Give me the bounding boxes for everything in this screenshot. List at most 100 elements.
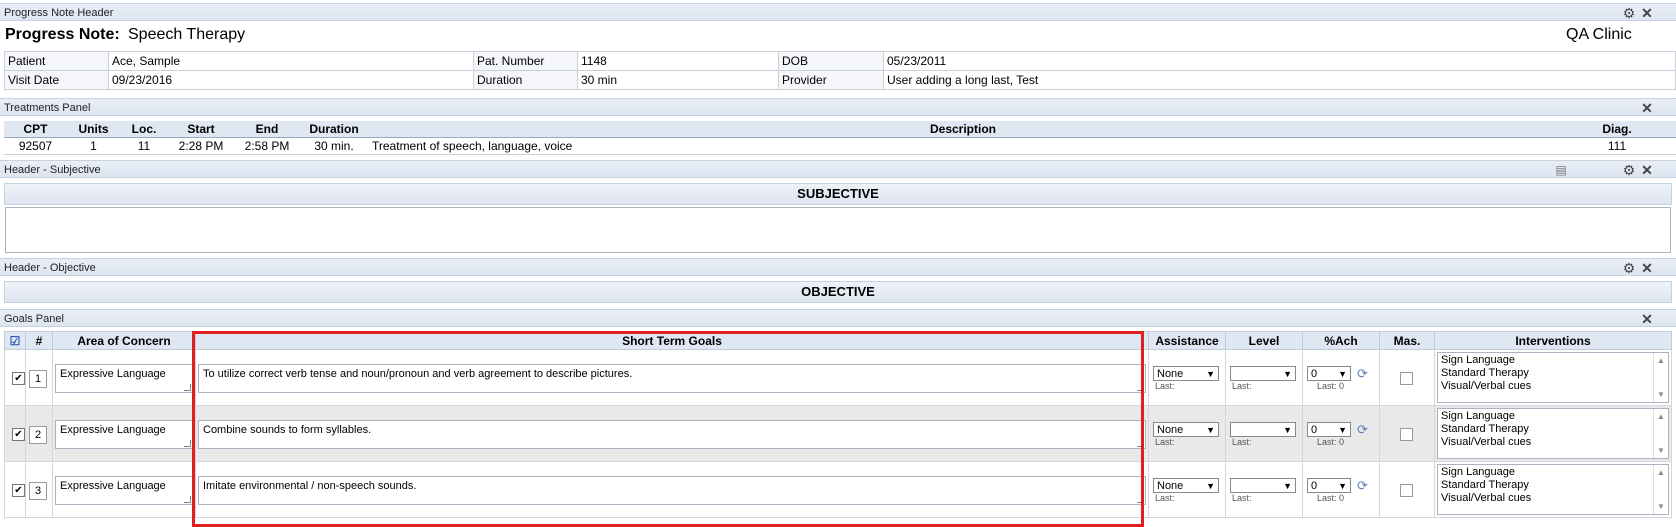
col-level: Level [1225, 331, 1303, 350]
cell-duration: 30 min. [300, 137, 368, 155]
col-diag: Diag. [1558, 121, 1676, 138]
assistance-select[interactable]: None ▼ [1153, 478, 1219, 493]
col-num: # [25, 331, 53, 350]
interventions-list[interactable]: Sign Language Standard Therapy Visual/Ve… [1437, 464, 1669, 515]
gear-icon[interactable]: ⚙ [1622, 261, 1636, 275]
assistance-select[interactable]: None ▼ [1153, 422, 1219, 437]
scroll-up-icon[interactable]: ▲ [1657, 410, 1665, 423]
table-row[interactable]: 92507 1 11 2:28 PM 2:58 PM 30 min. Treat… [4, 137, 1676, 155]
scrollbar[interactable]: ▲ ▼ [1653, 353, 1668, 402]
patient-value: Ace, Sample [108, 51, 474, 71]
notes-icon[interactable]: ▤ [1554, 163, 1568, 177]
col-start: Start [168, 121, 234, 138]
close-icon[interactable]: ✕ [1640, 163, 1654, 177]
pct-ach-value: 0 [1311, 480, 1318, 492]
pct-ach-value: 0 [1311, 424, 1318, 436]
row-checkbox[interactable]: ✔ [12, 428, 25, 441]
intervention-item[interactable]: Visual/Verbal cues [1441, 436, 1665, 449]
cell-cpt: 92507 [4, 137, 67, 155]
interventions-list[interactable]: Sign Language Standard Therapy Visual/Ve… [1437, 352, 1669, 403]
area-of-concern-field[interactable]: Expressive Language [55, 364, 193, 393]
goal-row: ✔ 1 Expressive Language To utilize corre… [4, 349, 1672, 406]
cell-end: 2:58 PM [234, 137, 300, 155]
scrollbar[interactable]: ▲ ▼ [1653, 465, 1668, 514]
scroll-up-icon[interactable]: ▲ [1657, 354, 1665, 367]
subjective-panel-bar: Header - Subjective ▤ ⚙ ✕ [0, 160, 1676, 178]
patient-info-table: Patient Ace, Sample Pat. Number 1148 DOB… [4, 51, 1676, 90]
scroll-down-icon[interactable]: ▼ [1657, 444, 1665, 457]
chevron-down-icon: ▼ [1283, 481, 1292, 491]
intervention-item[interactable]: Sign Language [1441, 354, 1665, 367]
scroll-down-icon[interactable]: ▼ [1657, 500, 1665, 513]
assistance-select[interactable]: None ▼ [1153, 366, 1219, 381]
area-of-concern-field[interactable]: Expressive Language [55, 420, 193, 449]
visit-date-label: Visit Date [4, 70, 109, 90]
area-of-concern-field[interactable]: Expressive Language [55, 476, 193, 505]
close-icon[interactable]: ✕ [1640, 6, 1654, 20]
mastered-checkbox[interactable] [1400, 428, 1413, 441]
gear-icon[interactable]: ⚙ [1622, 6, 1636, 20]
short-term-goal-field[interactable]: Combine sounds to form syllables. [198, 420, 1146, 449]
intervention-item[interactable]: Standard Therapy [1441, 423, 1665, 436]
refresh-icon[interactable]: ⟳ [1357, 478, 1368, 494]
goal-number-input[interactable]: 3 [29, 482, 47, 500]
col-short-term-goals: Short Term Goals [195, 331, 1149, 350]
subjective-section-title: SUBJECTIVE [4, 183, 1672, 205]
refresh-icon[interactable]: ⟳ [1357, 422, 1368, 438]
scroll-up-icon[interactable]: ▲ [1657, 466, 1665, 479]
close-icon[interactable]: ✕ [1640, 312, 1654, 326]
gear-icon[interactable]: ⚙ [1622, 163, 1636, 177]
intervention-item[interactable]: Visual/Verbal cues [1441, 492, 1665, 505]
pat-number-label: Pat. Number [473, 51, 578, 71]
intervention-item[interactable]: Sign Language [1441, 410, 1665, 423]
short-term-goal-field[interactable]: Imitate environmental / non-speech sound… [198, 476, 1146, 505]
cell-units: 1 [67, 137, 120, 155]
level-select[interactable]: ▼ [1230, 366, 1296, 381]
mastered-checkbox[interactable] [1400, 372, 1413, 385]
scroll-down-icon[interactable]: ▼ [1657, 388, 1665, 401]
intervention-item[interactable]: Sign Language [1441, 466, 1665, 479]
close-icon[interactable]: ✕ [1640, 261, 1654, 275]
treatments-table: CPT Units Loc. Start End Duration Descri… [4, 121, 1676, 155]
goal-number-input[interactable]: 2 [29, 426, 47, 444]
row-checkbox[interactable]: ✔ [12, 372, 25, 385]
pct-ach-last: Last: 0 [1317, 437, 1345, 447]
pct-ach-select[interactable]: 0 ▼ [1307, 366, 1351, 381]
col-duration: Duration [300, 121, 368, 138]
page-title-label: Progress Note: [5, 26, 120, 43]
close-icon[interactable]: ✕ [1640, 101, 1654, 115]
treatments-panel-bar: Treatments Panel ✕ [0, 98, 1676, 116]
assistance-value: None [1157, 480, 1184, 492]
title-row: Progress Note: Speech Therapy QA Clinic [0, 23, 1676, 47]
mastered-checkbox[interactable] [1400, 484, 1413, 497]
refresh-icon[interactable]: ⟳ [1357, 366, 1368, 382]
short-term-goal-field[interactable]: To utilize correct verb tense and noun/p… [198, 364, 1146, 393]
chevron-down-icon: ▼ [1283, 369, 1292, 379]
pct-ach-last: Last: 0 [1317, 381, 1345, 391]
goals-table: ☑ # Area of Concern Short Term Goals Ass… [4, 331, 1672, 518]
interventions-list[interactable]: Sign Language Standard Therapy Visual/Ve… [1437, 408, 1669, 459]
col-units: Units [67, 121, 120, 138]
col-mas: Mas. [1379, 331, 1435, 350]
level-last: Last: [1232, 437, 1252, 447]
pct-ach-select[interactable]: 0 ▼ [1307, 422, 1351, 437]
chevron-down-icon: ▼ [1206, 369, 1215, 379]
level-select[interactable]: ▼ [1230, 422, 1296, 437]
row-checkbox[interactable]: ✔ [12, 484, 25, 497]
panel-title: Header - Objective [4, 262, 96, 274]
intervention-item[interactable]: Standard Therapy [1441, 367, 1665, 380]
duration-value: 30 min [577, 70, 779, 90]
intervention-item[interactable]: Visual/Verbal cues [1441, 380, 1665, 393]
goal-number-input[interactable]: 1 [29, 370, 47, 388]
scrollbar[interactable]: ▲ ▼ [1653, 409, 1668, 458]
subjective-textarea[interactable] [5, 207, 1671, 253]
intervention-item[interactable]: Standard Therapy [1441, 479, 1665, 492]
duration-label: Duration [473, 70, 578, 90]
pct-ach-select[interactable]: 0 ▼ [1307, 478, 1351, 493]
assistance-value: None [1157, 424, 1184, 436]
objective-section-title: OBJECTIVE [4, 281, 1672, 303]
panel-title: Treatments Panel [4, 102, 91, 114]
level-select[interactable]: ▼ [1230, 478, 1296, 493]
pct-ach-last: Last: 0 [1317, 493, 1345, 503]
check-all-icon[interactable]: ☑ [4, 331, 26, 350]
